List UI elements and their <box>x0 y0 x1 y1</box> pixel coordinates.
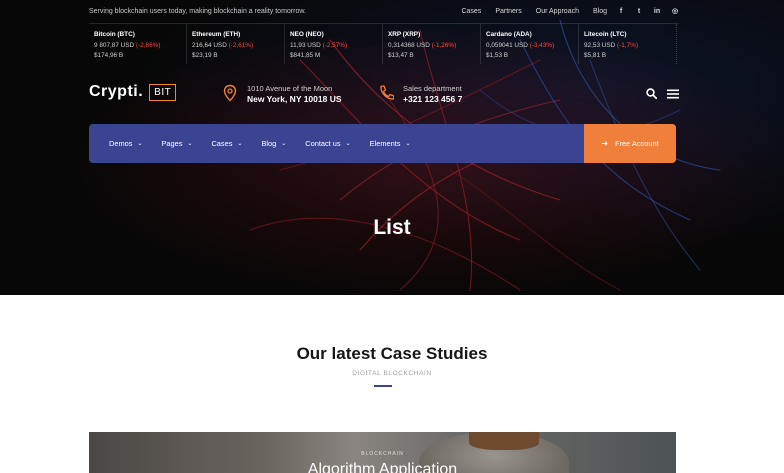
ticker-item: Ethereum (ETH) 216,64 USD (-2,61%) $23,1… <box>187 24 285 64</box>
logo-badge: BIT <box>149 83 177 101</box>
ticker-price: 9 807,87 USD <box>94 41 135 49</box>
free-account-label: Free Account <box>615 139 659 148</box>
phone-block: Sales department +321 123 456 7 <box>378 84 462 105</box>
address-label: 1010 Avenue of the Moon <box>247 84 333 93</box>
ticker-coin-name: NEO (NEO) <box>290 31 324 38</box>
top-bar: Serving blockchain users today, making b… <box>89 0 679 24</box>
top-link-partners[interactable]: Partners <box>495 8 521 15</box>
ticker-change: (-1,26%) <box>431 41 457 49</box>
ticker-price: 11,93 USD <box>290 41 321 49</box>
page-title: List <box>373 216 411 239</box>
tagline: Serving blockchain users today, making b… <box>89 8 306 15</box>
chevron-down-icon: ⌄ <box>187 141 193 147</box>
address-value: New York, NY 10018 US <box>247 94 342 104</box>
section-title: Our latest Case Studies <box>296 344 488 363</box>
ticker-price: 216,64 USD <box>192 41 227 49</box>
ticker-coin-name: Bitcoin (BTC) <box>94 31 135 38</box>
logo-wordmark: Crypti. <box>89 83 144 100</box>
case-study-image-detail <box>469 432 539 450</box>
phone-value[interactable]: +321 123 456 7 <box>403 94 462 105</box>
ticker-market-cap: $1,53 B <box>486 52 509 59</box>
nav-item-elements[interactable]: Elements ⌄ <box>370 139 411 148</box>
nav-items: Demos ⌄ Pages ⌄ Cases ⌄ Blog ⌄ Contact us ⌄ E… <box>89 124 584 163</box>
ticker-price: 0,059041 USD <box>486 41 528 49</box>
menu-icon[interactable] <box>667 89 679 99</box>
address-block: 1010 Avenue of the Moon New York, NY 100… <box>222 84 342 105</box>
nav-item-blog[interactable]: Blog ⌄ <box>261 139 286 148</box>
twitter-icon[interactable]: t <box>635 8 643 15</box>
ticker-price: 0,314368 USD <box>388 41 430 49</box>
case-study-card[interactable]: BLOCKCHAIN Algorithm Application <box>89 432 676 473</box>
facebook-icon[interactable]: f <box>617 8 625 15</box>
nav-item-label: Elements <box>369 139 401 148</box>
ticker-market-cap: $841,85 M <box>290 52 321 59</box>
hero-banner: Serving blockchain users today, making b… <box>0 0 784 295</box>
nav-item-label: Blog <box>261 139 277 148</box>
instagram-icon[interactable]: ◎ <box>671 7 679 15</box>
ticker-market-cap: $13,47 B <box>388 52 414 59</box>
ticker-market-cap: $174,96 B <box>94 52 124 59</box>
ticker-change: (-3,43%) <box>529 41 555 49</box>
case-study-title[interactable]: Algorithm Application <box>89 461 676 473</box>
ticker-item: XRP (XRP) 0,314368 USD (-1,26%) $13,47 B <box>383 24 481 64</box>
top-link-blog[interactable]: Blog <box>593 8 607 15</box>
ticker-coin-name: Ethereum (ETH) <box>192 31 241 38</box>
chevron-down-icon: ⌄ <box>237 141 243 147</box>
search-icon[interactable] <box>646 88 657 99</box>
chevron-down-icon: ⌄ <box>281 141 287 147</box>
nav-item-pages[interactable]: Pages ⌄ <box>161 139 192 148</box>
free-account-button[interactable]: ➜ Free Account <box>584 124 676 163</box>
nav-item-label: Demos <box>109 139 133 148</box>
phone-icon <box>380 85 394 100</box>
ticker-item: Bitcoin (BTC) 9 807,87 USD (-2,86%) $174… <box>89 24 187 64</box>
nav-item-label: Pages <box>161 139 183 148</box>
top-link-cases[interactable]: Cases <box>461 8 481 15</box>
nav-item-demos[interactable]: Demos ⌄ <box>109 139 142 148</box>
ticker-market-cap: $5,81 B <box>584 52 607 59</box>
ticker-change: (-2,86%) <box>135 41 161 49</box>
ticker-item: Litecoin (LTC) 92,53 USD (-1,7%) $5,81 B <box>579 24 677 64</box>
ticker-coin-name: Litecoin (LTC) <box>584 31 627 38</box>
section-subtitle: DIGITAL BLOCKCHAIN <box>352 370 432 377</box>
ticker-change: (-2,61%) <box>228 41 254 49</box>
nav-item-label: Cases <box>211 139 233 148</box>
header-actions <box>646 88 679 99</box>
ticker-change: (-2,57%) <box>322 41 348 49</box>
chevron-down-icon: ⌄ <box>137 141 143 147</box>
site-logo[interactable]: Crypti. BIT <box>89 83 177 101</box>
section-divider <box>374 385 392 387</box>
top-link-our-approach[interactable]: Our Approach <box>536 8 579 15</box>
linkedin-icon[interactable]: in <box>653 8 661 15</box>
map-pin-icon <box>223 84 237 102</box>
nav-item-label: Contact us <box>305 139 341 148</box>
ticker-coin-name: Cardano (ADA) <box>486 31 532 38</box>
ticker-item: NEO (NEO) 11,93 USD (-2,57%) $841,85 M <box>285 24 383 64</box>
arrow-right-icon: ➜ <box>601 139 609 148</box>
ticker-market-cap: $23,19 B <box>192 52 218 59</box>
ticker-item: Cardano (ADA) 0,059041 USD (-3,43%) $1,5… <box>481 24 579 64</box>
ticker-price: 92,53 USD <box>584 41 616 49</box>
chevron-down-icon: ⌄ <box>405 141 411 147</box>
ticker-change: (-1,7%) <box>617 41 638 49</box>
nav-item-contact-us[interactable]: Contact us ⌄ <box>305 139 350 148</box>
ticker-coin-name: XRP (XRP) <box>388 31 421 38</box>
nav-item-cases[interactable]: Cases ⌄ <box>211 139 242 148</box>
top-links: Cases Partners Our Approach Blog f t in … <box>447 7 679 16</box>
case-study-category: BLOCKCHAIN <box>361 451 404 457</box>
crypto-ticker: Bitcoin (BTC) 9 807,87 USD (-2,86%) $174… <box>89 24 679 64</box>
phone-label: Sales department <box>403 84 462 93</box>
chevron-down-icon: ⌄ <box>345 141 351 147</box>
main-nav: Demos ⌄ Pages ⌄ Cases ⌄ Blog ⌄ Contact us ⌄ E… <box>89 124 676 163</box>
